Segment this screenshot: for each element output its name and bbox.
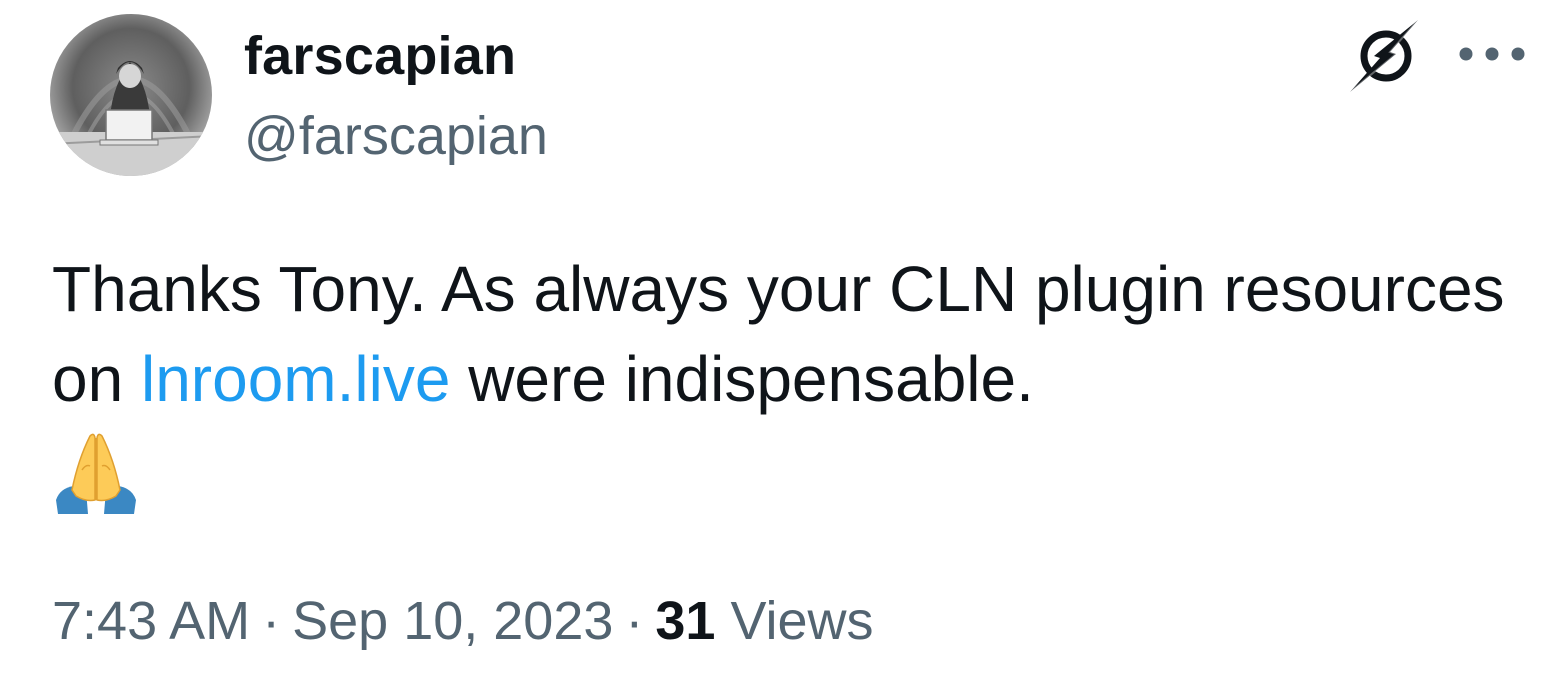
avatar[interactable] — [50, 14, 212, 176]
tweet-text: Thanks Tony. As always your CLN plugin r… — [52, 244, 1512, 518]
folded-hands-emoji — [52, 430, 140, 518]
meta-separator: · — [625, 591, 644, 651]
tweet-link[interactable]: lnroom.live — [141, 343, 450, 415]
lightning-slash-icon[interactable] — [1344, 18, 1424, 94]
more-options-button[interactable] — [1456, 30, 1528, 78]
tweet-date[interactable]: Sep 10, 2023 — [292, 591, 613, 651]
views-count[interactable]: 31 — [655, 591, 715, 651]
meta-separator: · — [262, 591, 281, 651]
tweet-text-after-link: were indispensable. — [450, 343, 1034, 415]
tweet-meta: 7:43 AM · Sep 10, 2023 · 31 Views — [52, 588, 874, 654]
ellipsis-icon — [1459, 47, 1525, 61]
author-handle[interactable]: @farscapian — [244, 104, 548, 168]
author-display-name[interactable]: farscapian — [244, 24, 516, 88]
tweet-card: farscapian @farscapian Thanks Tony. As a… — [0, 0, 1556, 676]
tweet-time[interactable]: 7:43 AM — [52, 591, 250, 651]
views-label[interactable]: Views — [730, 591, 873, 651]
hooded-figure-avatar-icon — [50, 14, 212, 176]
